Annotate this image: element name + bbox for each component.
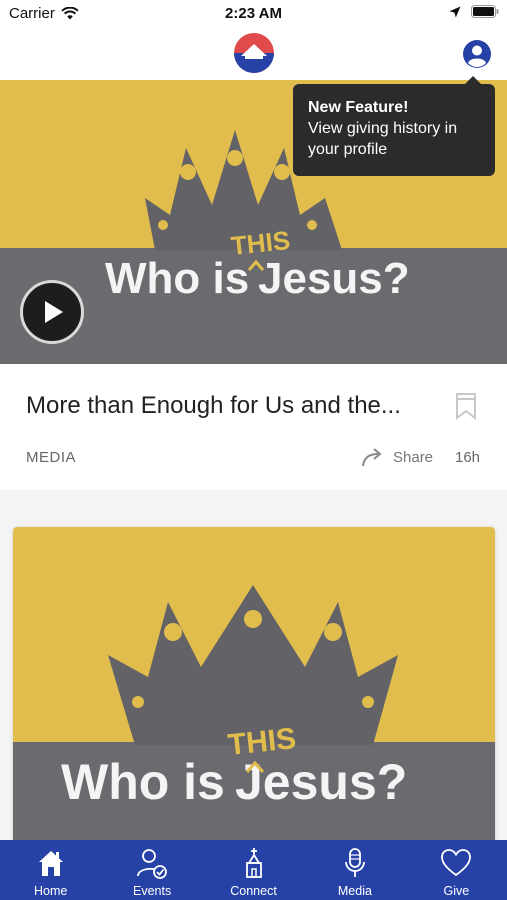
tab-home-label: Home [34, 884, 68, 898]
home-icon [38, 851, 63, 876]
connect-icon [245, 848, 262, 878]
play-button[interactable] [20, 280, 84, 344]
art-accent: THIS [229, 225, 291, 261]
status-bar: Carrier 2:23 AM [0, 0, 507, 28]
tab-bar: Home Events Connect Media Give [0, 840, 507, 900]
card-title[interactable]: More than Enough for Us and the... [26, 392, 426, 420]
tab-media-label: Media [337, 884, 372, 898]
tab-home[interactable]: Home [0, 840, 101, 900]
tooltip-title: New Feature! [308, 99, 409, 116]
bookmark-icon[interactable] [455, 392, 477, 420]
time-ago: 16h [455, 449, 481, 466]
tab-events-label: Events [133, 884, 172, 898]
tab-events[interactable]: Events [101, 840, 202, 900]
art-line2: Jesus? [258, 254, 410, 303]
status-icons [449, 5, 499, 18]
feed-card[interactable]: Who is Jesus? THIS [13, 527, 495, 847]
tab-connect-label: Connect [230, 884, 277, 898]
tab-give-label: Give [443, 884, 470, 898]
share-button[interactable]: Share [361, 444, 433, 470]
tab-give[interactable]: Give [406, 840, 507, 900]
share-icon [362, 448, 382, 467]
church-logo-icon[interactable] [233, 32, 275, 74]
clock: 2:23 AM [225, 5, 282, 22]
microphone-icon [345, 848, 365, 877]
art-line1: Who is [61, 754, 225, 810]
heart-icon [441, 849, 472, 877]
tooltip-body: View giving history in your profile [308, 120, 458, 158]
tab-connect[interactable]: Connect [203, 840, 304, 900]
art-line1: Who is [105, 254, 249, 303]
card-category: MEDIA [26, 449, 77, 466]
new-feature-tooltip[interactable]: New Feature! View giving history in your… [293, 76, 495, 176]
share-label: Share [393, 448, 434, 466]
tab-media[interactable]: Media [304, 840, 405, 900]
events-icon [137, 849, 168, 879]
crown-artwork: Who is Jesus? THIS [13, 527, 495, 847]
app-header [0, 28, 507, 80]
play-icon [45, 301, 63, 323]
art-line2: Jesus? [235, 754, 407, 810]
battery-icon [471, 5, 499, 18]
profile-icon[interactable] [462, 39, 492, 69]
location-arrow-icon [449, 6, 461, 17]
